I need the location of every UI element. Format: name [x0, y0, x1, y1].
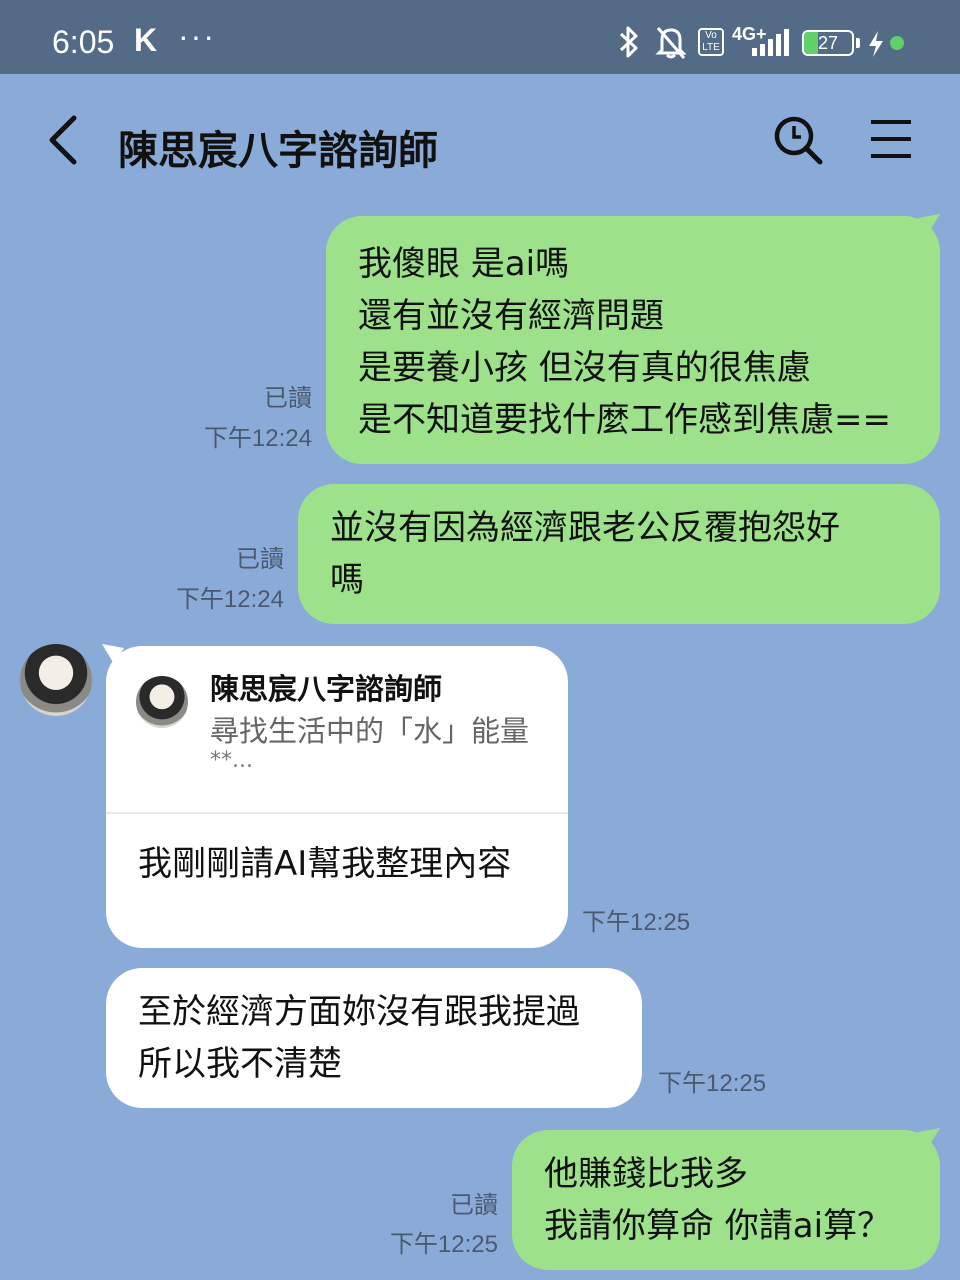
- message-line: 我傻眼 是ai嗎: [358, 244, 570, 284]
- message-time: 下午12:24: [175, 586, 284, 613]
- menu-icon[interactable]: [866, 114, 916, 164]
- read-receipt: 已讀: [236, 546, 284, 573]
- contact-avatar[interactable]: [20, 644, 92, 716]
- battery-tip: [856, 38, 860, 48]
- incoming-message[interactable]: 至於經濟方面妳沒有跟我提過 所以我不清楚: [106, 968, 642, 1108]
- charging-icon: [869, 31, 883, 57]
- message-time: 下午12:25: [658, 1070, 767, 1097]
- message-line: 我請你算命 你請ai算？: [544, 1206, 892, 1246]
- read-receipt: 已讀: [450, 1192, 498, 1219]
- message-line: 並沒有因為經濟跟老公反覆抱怨好: [330, 508, 840, 548]
- message-line: 他賺錢比我多: [544, 1154, 748, 1194]
- read-receipt: 已讀: [264, 385, 312, 412]
- card-description-more: **...: [210, 748, 253, 773]
- search-icon[interactable]: [770, 112, 826, 168]
- status-time: 6:05: [52, 24, 115, 60]
- volte-icon: Vo LTE: [698, 28, 724, 56]
- message-time: 下午12:24: [203, 425, 312, 452]
- message-time: 下午12:25: [389, 1231, 498, 1258]
- message-line: 是不知道要找什麼工作感到焦慮==: [358, 400, 891, 440]
- more-notifications-icon: ···: [178, 18, 216, 54]
- back-button[interactable]: [40, 110, 90, 170]
- card-description: 尋找生活中的「水」能量: [210, 714, 530, 748]
- notification-dot: [890, 36, 904, 50]
- card-divider: [106, 812, 568, 814]
- signal-icon: [752, 29, 789, 56]
- message-line: 至於經濟方面妳沒有跟我提過: [138, 992, 580, 1032]
- message-line: 所以我不清楚: [138, 1044, 342, 1084]
- card-avatar: [136, 676, 188, 728]
- bubble-tail: [918, 1128, 940, 1148]
- chat-title: 陳思宸八字諮詢師: [118, 128, 438, 174]
- bluetooth-icon: [619, 26, 638, 58]
- bubble-tail: [918, 214, 940, 234]
- card-message: 我剛剛請AI幫我整理內容: [138, 844, 512, 884]
- card-name: 陳思宸八字諮詢師: [210, 672, 443, 706]
- status-bar: 6:05 K ··· Vo LTE 4G+ 27: [0, 0, 960, 74]
- outgoing-message[interactable]: 並沒有因為經濟跟老公反覆抱怨好 嗎: [298, 484, 940, 624]
- message-line: 還有並沒有經濟問題: [358, 296, 664, 336]
- battery-indicator: 27: [802, 30, 854, 56]
- outgoing-message[interactable]: 我傻眼 是ai嗎 還有並沒有經濟問題 是要養小孩 但沒有真的很焦慮 是不知道要找…: [326, 216, 940, 464]
- app-notification-icon: K: [134, 22, 158, 58]
- outgoing-message[interactable]: 他賺錢比我多 我請你算命 你請ai算？: [512, 1130, 940, 1270]
- battery-level: 27: [817, 33, 839, 53]
- chat-header: 陳思宸八字諮詢師: [0, 74, 960, 214]
- message-line: 嗎: [330, 560, 364, 600]
- message-line: 是要養小孩 但沒有真的很焦慮: [358, 348, 811, 388]
- muted-bell-icon: [655, 27, 687, 59]
- message-time: 下午12:25: [582, 909, 691, 936]
